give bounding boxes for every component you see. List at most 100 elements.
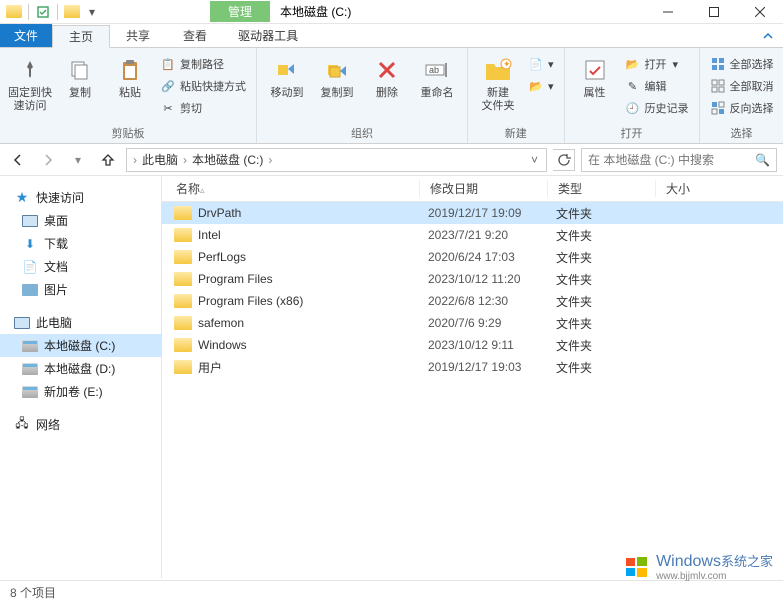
titlebar: ▾ 管理 本地磁盘 (C:): [0, 0, 783, 24]
folder-icon: [174, 272, 192, 286]
col-type[interactable]: 类型: [548, 180, 656, 197]
delete-button[interactable]: 删除: [365, 52, 409, 100]
recent-dropdown[interactable]: ▾: [66, 148, 90, 172]
tab-share[interactable]: 共享: [110, 24, 167, 47]
forward-button[interactable]: [36, 148, 60, 172]
up-button[interactable]: [96, 148, 120, 172]
refresh-button[interactable]: [553, 149, 575, 171]
tree-documents[interactable]: 📄文档: [0, 255, 161, 278]
address-bar[interactable]: › 此电脑 › 本地磁盘 (C:) › ˅: [126, 148, 547, 172]
file-type: 文件夹: [546, 337, 654, 354]
group-label-open: 打开: [573, 123, 691, 141]
cut-button[interactable]: ✂剪切: [158, 98, 248, 118]
search-icon: 🔍: [755, 153, 770, 167]
paste-icon: [116, 56, 144, 84]
back-button[interactable]: [6, 148, 30, 172]
col-date[interactable]: 修改日期: [420, 180, 548, 197]
crumb-thispc[interactable]: 此电脑: [139, 151, 181, 168]
tree-network[interactable]: 🖧网络: [0, 413, 161, 436]
folder-icon: [174, 294, 192, 308]
edit-button[interactable]: ✎编辑: [623, 76, 691, 96]
file-date: 2023/7/21 9:20: [418, 228, 546, 242]
file-row[interactable]: 用户2019/12/17 19:03文件夹: [162, 356, 783, 378]
copy-button[interactable]: 复制: [58, 52, 102, 100]
file-row[interactable]: safemon2020/7/6 9:29文件夹: [162, 312, 783, 334]
select-none-button[interactable]: 全部取消: [708, 76, 776, 96]
file-type: 文件夹: [546, 227, 654, 244]
easy-access-button[interactable]: 📂▾: [526, 76, 556, 96]
tab-drive-tools[interactable]: 驱动器工具: [224, 24, 312, 47]
new-folder-button[interactable]: ✦ 新建 文件夹: [476, 52, 520, 113]
file-name: 用户: [198, 359, 418, 376]
tree-drive-d[interactable]: 本地磁盘 (D:): [0, 357, 161, 380]
file-type: 文件夹: [546, 293, 654, 310]
shortcut-icon: 🔗: [160, 78, 176, 94]
drive-icon: [22, 339, 38, 353]
copy-path-button[interactable]: 📋复制路径: [158, 54, 248, 74]
address-dropdown[interactable]: ˅: [527, 153, 542, 167]
ribbon-group-new: ✦ 新建 文件夹 📄▾ 📂▾ 新建: [468, 48, 565, 143]
navigation-bar: ▾ › 此电脑 › 本地磁盘 (C:) › ˅ 🔍: [0, 144, 783, 176]
qat-newfolder-icon[interactable]: [64, 5, 80, 18]
paste-shortcut-button[interactable]: 🔗粘贴快捷方式: [158, 76, 248, 96]
ribbon-collapse-button[interactable]: [753, 24, 783, 47]
tree-downloads[interactable]: ⬇下载: [0, 232, 161, 255]
delete-icon: [373, 56, 401, 84]
properties-button[interactable]: 属性: [573, 52, 617, 100]
open-button[interactable]: 📂打开▾: [623, 54, 691, 74]
folder-icon: [174, 206, 192, 220]
rename-button[interactable]: ab 重命名: [415, 52, 459, 100]
file-row[interactable]: Program Files (x86)2022/6/8 12:30文件夹: [162, 290, 783, 312]
download-icon: ⬇: [22, 237, 38, 251]
history-icon: 🕘: [625, 100, 641, 116]
maximize-button[interactable]: [691, 0, 737, 24]
file-rows: DrvPath2019/12/17 19:09文件夹Intel2023/7/21…: [162, 202, 783, 578]
crumb-drive[interactable]: 本地磁盘 (C:): [189, 151, 266, 168]
tree-thispc[interactable]: 此电脑: [0, 311, 161, 334]
tree-drive-e[interactable]: 新加卷 (E:): [0, 380, 161, 403]
file-date: 2019/12/17 19:03: [418, 360, 546, 374]
file-row[interactable]: DrvPath2019/12/17 19:09文件夹: [162, 202, 783, 224]
tree-pictures[interactable]: 图片: [0, 278, 161, 301]
copy-to-button[interactable]: 复制到: [315, 52, 359, 100]
network-icon: 🖧: [14, 418, 30, 432]
file-row[interactable]: PerfLogs2020/6/24 17:03文件夹: [162, 246, 783, 268]
qat-dropdown-icon[interactable]: ▾: [84, 4, 100, 20]
tree-drive-c[interactable]: 本地磁盘 (C:): [0, 334, 161, 357]
history-button[interactable]: 🕘历史记录: [623, 98, 691, 118]
tab-home[interactable]: 主页: [52, 25, 110, 48]
ribbon-group-organize: 移动到 复制到 删除 ab 重命名 组织: [257, 48, 468, 143]
tree-quickaccess[interactable]: ★快速访问: [0, 186, 161, 209]
close-button[interactable]: [737, 0, 783, 24]
file-date: 2020/7/6 9:29: [418, 316, 546, 330]
invert-selection-button[interactable]: 反向选择: [708, 98, 776, 118]
file-row[interactable]: Windows2023/10/12 9:11文件夹: [162, 334, 783, 356]
svg-text:✦: ✦: [503, 59, 511, 69]
file-name: PerfLogs: [198, 250, 418, 264]
copyto-icon: [323, 56, 351, 84]
window-title: 本地磁盘 (C:): [280, 3, 351, 20]
app-icon: [6, 5, 22, 18]
col-size[interactable]: 大小: [656, 180, 726, 197]
file-date: 2023/10/12 9:11: [418, 338, 546, 352]
tab-view[interactable]: 查看: [167, 24, 224, 47]
qat-properties-icon[interactable]: [35, 4, 51, 20]
contextual-tab-manage[interactable]: 管理: [210, 1, 270, 22]
minimize-button[interactable]: [645, 0, 691, 24]
select-all-button[interactable]: 全部选择: [708, 54, 776, 74]
col-name[interactable]: 名称▵: [162, 180, 420, 197]
file-row[interactable]: Program Files2023/10/12 11:20文件夹: [162, 268, 783, 290]
moveto-icon: [273, 56, 301, 84]
tab-file[interactable]: 文件: [0, 24, 52, 47]
tree-desktop[interactable]: 桌面: [0, 209, 161, 232]
file-type: 文件夹: [546, 205, 654, 222]
move-to-button[interactable]: 移动到: [265, 52, 309, 100]
search-input[interactable]: [588, 153, 755, 167]
selectall-icon: [710, 56, 726, 72]
pin-quickaccess-button[interactable]: 固定到快 速访问: [8, 52, 52, 113]
search-box[interactable]: 🔍: [581, 148, 777, 172]
paste-button[interactable]: 粘贴: [108, 52, 152, 100]
file-row[interactable]: Intel2023/7/21 9:20文件夹: [162, 224, 783, 246]
new-item-button[interactable]: 📄▾: [526, 54, 556, 74]
newfolder-icon: ✦: [484, 56, 512, 84]
